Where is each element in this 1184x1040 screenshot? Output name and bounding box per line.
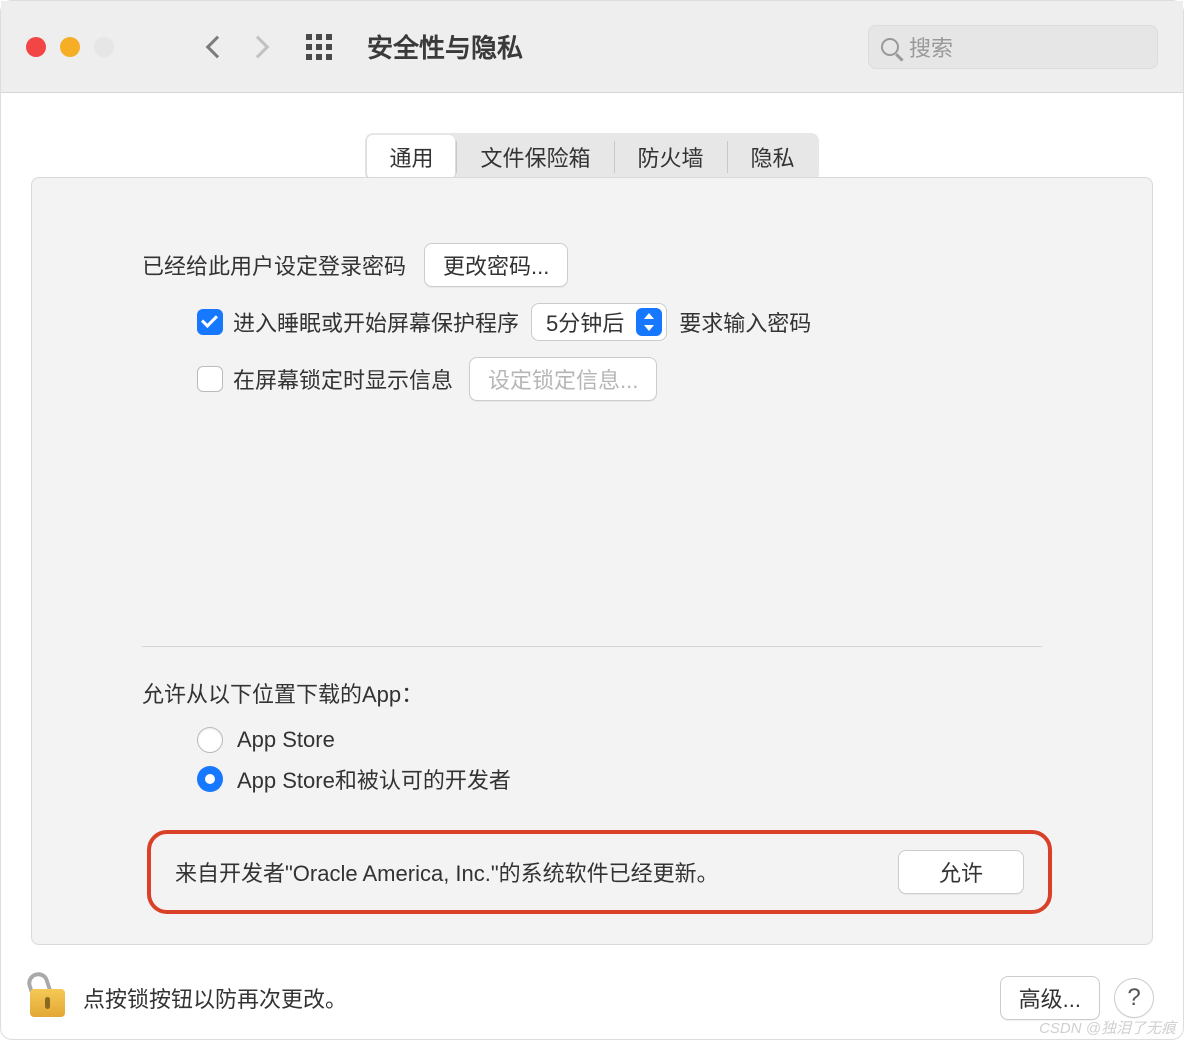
change-password-button[interactable]: 更改密码... xyxy=(424,243,568,287)
forward-button xyxy=(247,35,270,58)
window-title: 安全性与隐私 xyxy=(367,28,523,65)
divider xyxy=(142,646,1042,647)
dropdown-arrows-icon xyxy=(636,308,662,336)
tab-general[interactable]: 通用 xyxy=(367,135,455,179)
tab-privacy[interactable]: 隐私 xyxy=(729,135,817,179)
show-message-label: 在屏幕锁定时显示信息 xyxy=(233,363,453,395)
tab-firewall[interactable]: 防火墙 xyxy=(616,135,726,179)
require-password-checkbox[interactable] xyxy=(197,309,223,335)
tabs: 通用 文件保险箱 防火墙 隐私 xyxy=(365,133,818,181)
radio-appstore-label: App Store xyxy=(237,727,335,753)
tab-filevault[interactable]: 文件保险箱 xyxy=(458,135,612,179)
require-password-suffix: 要求输入密码 xyxy=(679,306,811,338)
watermark: CSDN @独泪了无痕 xyxy=(1039,1017,1176,1038)
window-controls xyxy=(26,37,114,57)
radio-appstore-developers[interactable] xyxy=(197,766,223,792)
search-icon xyxy=(881,38,899,56)
search-input[interactable]: 搜索 xyxy=(868,25,1158,69)
show-all-button[interactable] xyxy=(306,34,332,60)
close-window-button[interactable] xyxy=(26,37,46,57)
search-placeholder: 搜索 xyxy=(909,31,953,63)
require-password-prefix: 进入睡眠或开始屏幕保护程序 xyxy=(233,306,519,338)
blocked-message: 来自开发者"Oracle America, Inc."的系统软件已经更新。 xyxy=(175,856,898,888)
advanced-button[interactable]: 高级... xyxy=(1000,976,1100,1020)
delay-dropdown[interactable]: 5分钟后 xyxy=(531,303,667,341)
radio-appstore-developers-label: App Store和被认可的开发者 xyxy=(237,763,511,795)
zoom-window-button[interactable] xyxy=(94,37,114,57)
allow-button[interactable]: 允许 xyxy=(898,850,1024,894)
allow-apps-heading: 允许从以下位置下载的App： xyxy=(142,677,1042,709)
show-message-checkbox[interactable] xyxy=(197,366,223,392)
set-lock-message-button: 设定锁定信息... xyxy=(469,357,657,401)
back-button[interactable] xyxy=(206,35,229,58)
lock-hint-text: 点按锁按钮以防再次更改。 xyxy=(83,982,347,1014)
radio-appstore[interactable] xyxy=(197,727,223,753)
delay-value: 5分钟后 xyxy=(546,306,624,338)
blocked-software-notice: 来自开发者"Oracle America, Inc."的系统软件已经更新。 允许 xyxy=(147,830,1052,914)
lock-icon[interactable] xyxy=(30,970,65,1017)
help-button[interactable]: ? xyxy=(1114,978,1154,1018)
minimize-window-button[interactable] xyxy=(60,37,80,57)
login-password-label: 已经给此用户设定登录密码 xyxy=(142,249,406,281)
